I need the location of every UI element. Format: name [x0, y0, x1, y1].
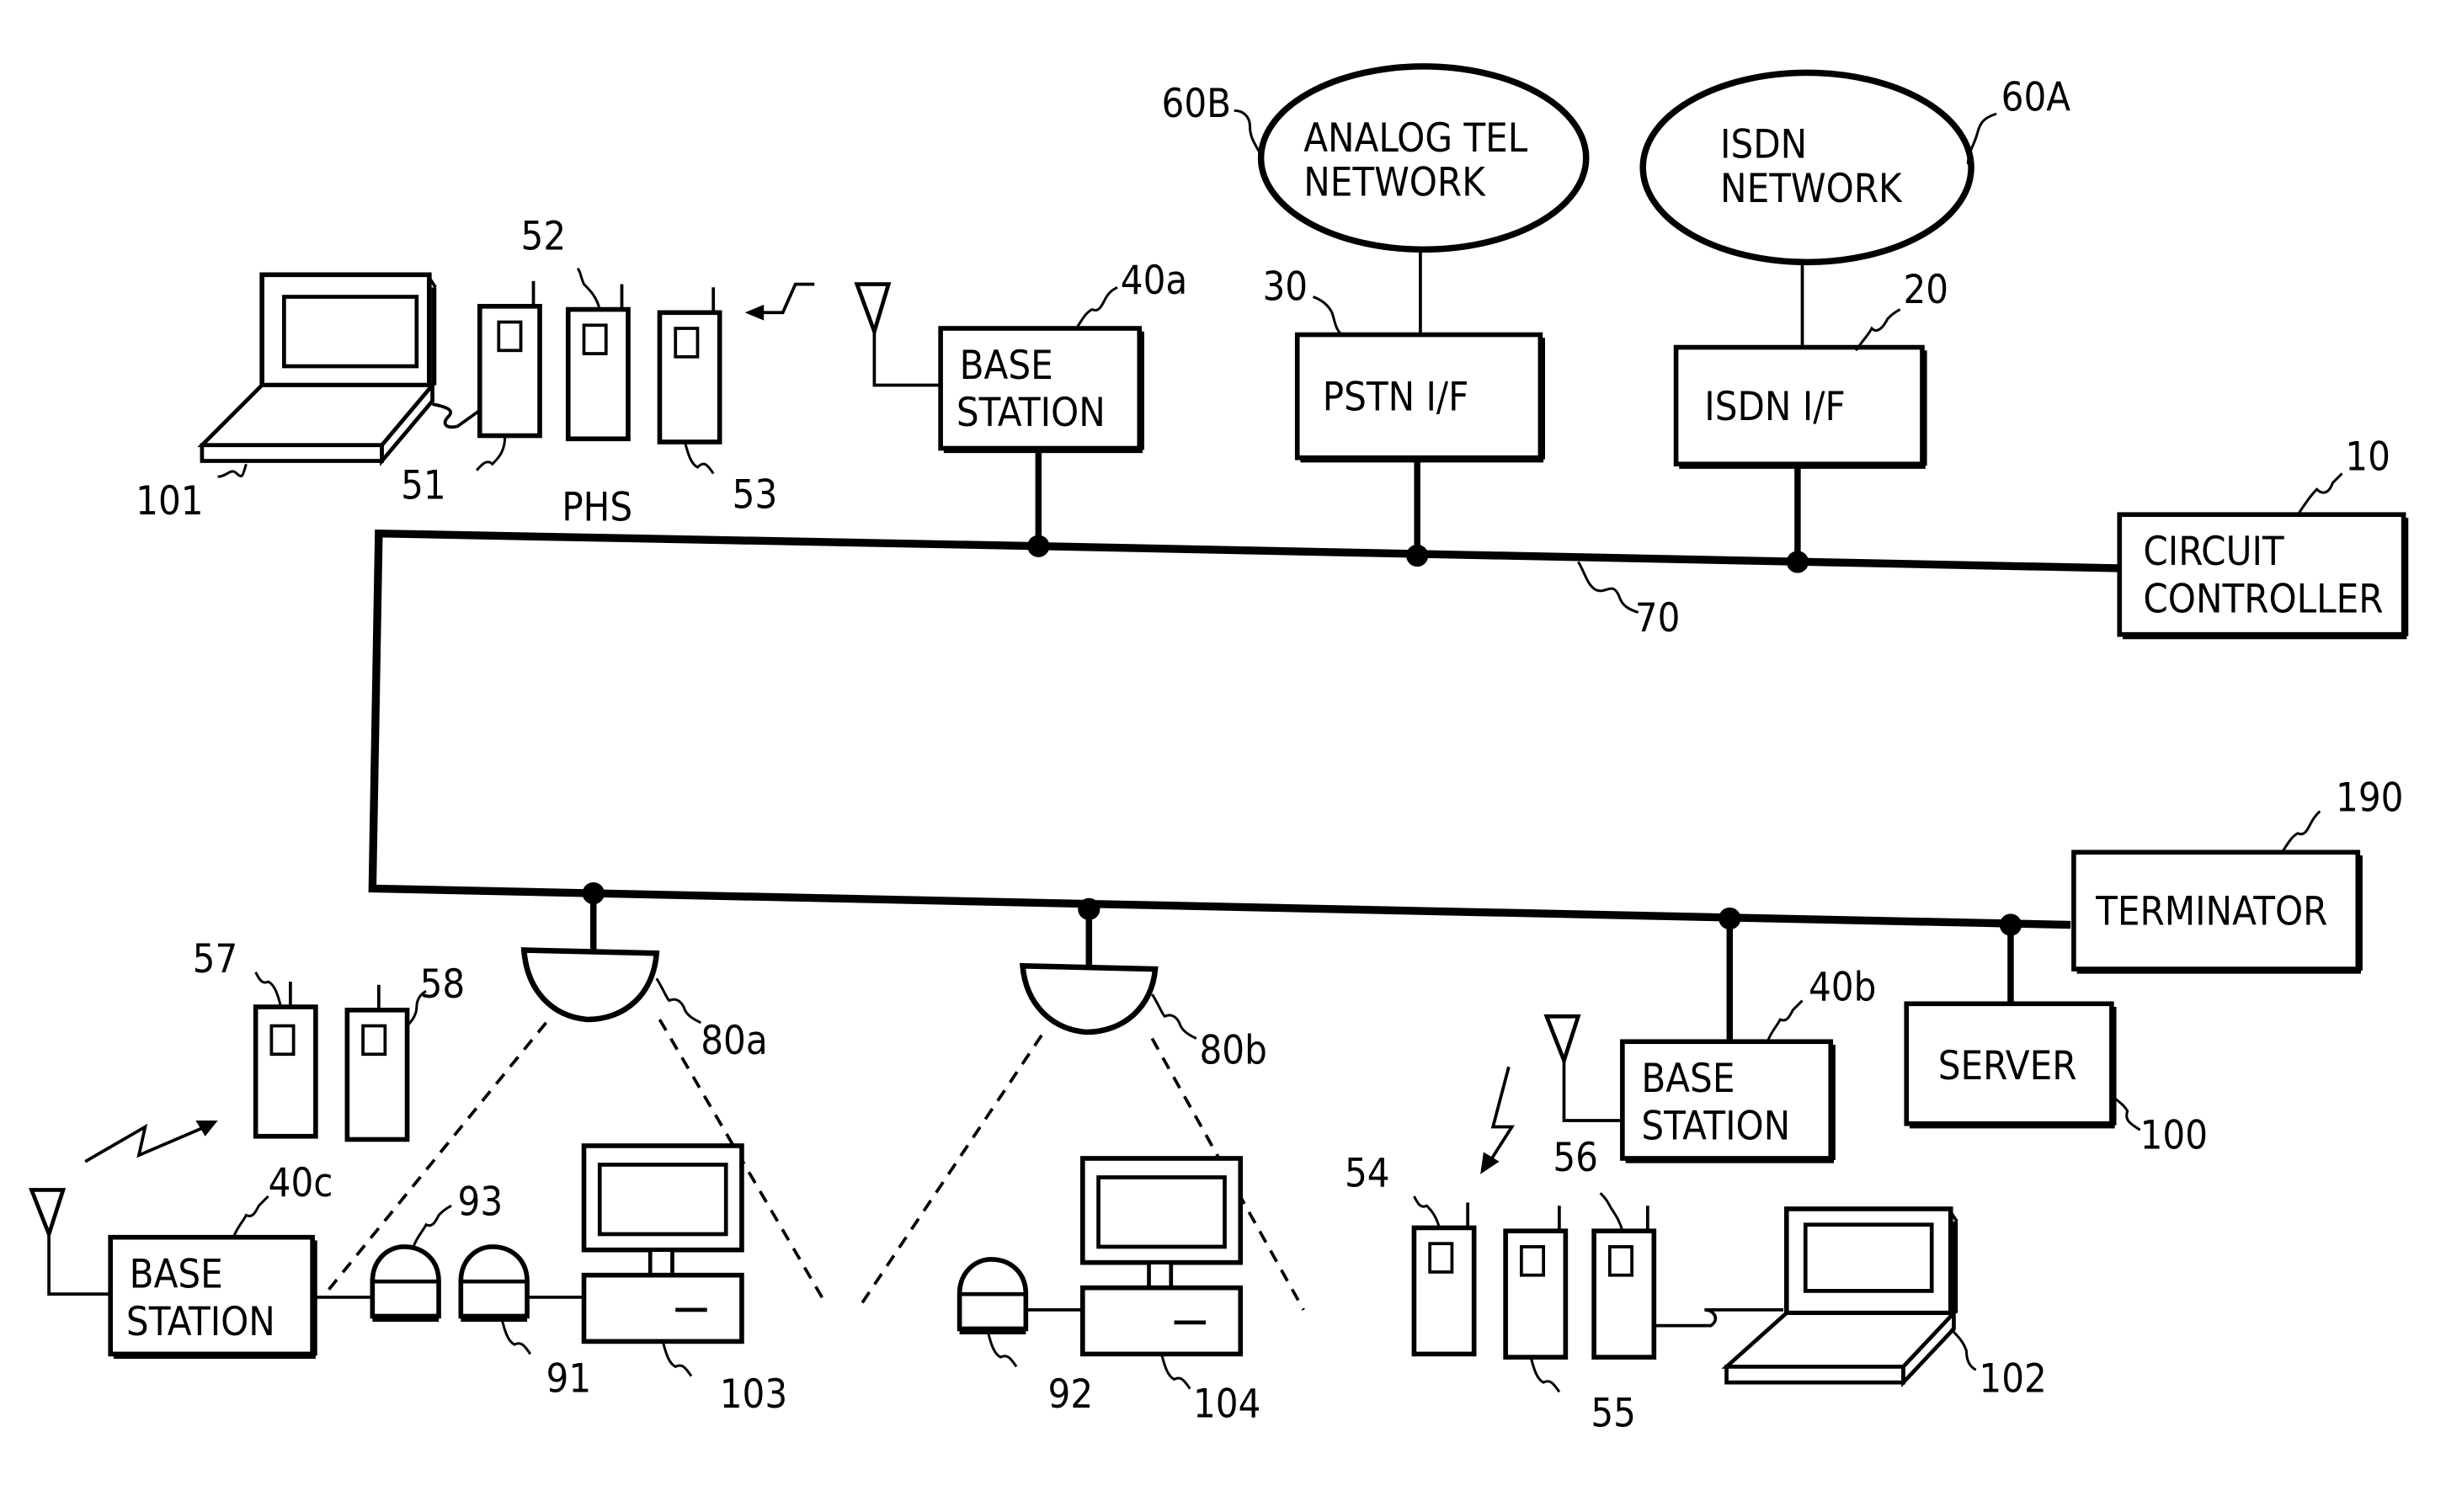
isdn-net-line1: ISDN: [1720, 123, 1807, 168]
ref-100: 100: [2140, 1114, 2208, 1159]
phs-group-label: PHS: [562, 486, 632, 531]
terminator: TERMINATOR 190: [2071, 776, 2403, 974]
ref-93: 93: [458, 1179, 504, 1225]
pc-104: 104: [1079, 1156, 1260, 1427]
circuit-controller-line1: CIRCUIT: [2143, 530, 2284, 575]
junction-dot: [1027, 535, 1050, 557]
network-diagram: 70 ANALOG TEL NETWORK 60B ISDN NETWORK 6…: [29, 63, 2409, 1437]
ref-104: 104: [1193, 1382, 1260, 1427]
circuit-controller: CIRCUIT CONTROLLER 10: [2117, 435, 2409, 640]
ref-60A: 60A: [2001, 75, 2071, 120]
ref-190: 190: [2336, 776, 2403, 822]
ref-10: 10: [2345, 435, 2390, 481]
junction-dot: [1406, 544, 1429, 567]
junction-dot: [1786, 551, 1809, 573]
ref-80b: 80b: [1200, 1028, 1267, 1073]
bus-70: 70: [368, 529, 2118, 929]
circuit-controller-line2: CONTROLLER: [2143, 577, 2383, 622]
ref-58: 58: [420, 962, 466, 1008]
base-station-40c: BASE STATION 40c: [29, 1161, 333, 1360]
server: SERVER 100: [1904, 1001, 2208, 1159]
antenna-icon: [854, 282, 941, 387]
ref-40b: 40b: [1809, 966, 1876, 1011]
junction-dot: [1719, 907, 1741, 930]
base-station-c-line1: BASE: [130, 1253, 223, 1298]
ref-40a: 40a: [1121, 258, 1187, 304]
base-station-b-line1: BASE: [1641, 1057, 1735, 1102]
ref-60B: 60B: [1162, 82, 1232, 127]
radio-signal-icon: [1480, 1066, 1516, 1174]
isdn-interface: ISDN I/F 20: [1673, 268, 1948, 469]
adapter-92: 92: [957, 1257, 1094, 1418]
base-station-40b: BASE STATION 40b: [1543, 966, 1876, 1163]
ref-40c: 40c: [269, 1161, 333, 1206]
pc-103: 103: [581, 1143, 787, 1418]
ref-56: 56: [1553, 1136, 1598, 1181]
antenna-icon: [29, 1188, 111, 1296]
adapter-91: 91: [458, 1244, 592, 1402]
ref-102: 102: [1979, 1356, 2046, 1402]
ref-70: 70: [1635, 596, 1681, 642]
analog-tel-network: ANALOG TEL NETWORK 60B: [1162, 63, 1590, 253]
base-station-c-line2: STATION: [126, 1300, 275, 1345]
ref-92: 92: [1048, 1372, 1094, 1418]
ref-30: 30: [1262, 264, 1308, 310]
phs-phone-54: 54: [1345, 1152, 1477, 1357]
ref-54: 54: [1345, 1152, 1390, 1197]
base-station-b-line2: STATION: [1641, 1104, 1790, 1149]
junction-dot: [1078, 897, 1100, 920]
server-label: SERVER: [1938, 1044, 2077, 1089]
ref-101: 101: [136, 479, 203, 524]
ref-52: 52: [521, 214, 567, 259]
isdn-net-line2: NETWORK: [1720, 167, 1903, 212]
base-station-40a: BASE STATION 40a: [854, 258, 1187, 454]
ref-51: 51: [401, 463, 446, 508]
radio-signal-icon: [744, 282, 815, 321]
analog-net-line2: NETWORK: [1303, 161, 1486, 206]
phs-phone-53: 53: [657, 287, 778, 519]
junction-dot: [1999, 913, 2022, 936]
pstn-if-label: PSTN I/F: [1323, 375, 1469, 421]
radio-signal-icon: [84, 1120, 218, 1163]
isdn-network: ISDN NETWORK 60A: [1639, 69, 2071, 266]
ref-53: 53: [733, 473, 778, 519]
analog-net-line1: ANALOG TEL: [1303, 116, 1528, 162]
antenna-icon: [1543, 1014, 1623, 1122]
junction-dot: [582, 881, 605, 905]
laptop-102: 102: [1654, 1206, 2047, 1402]
ref-57: 57: [193, 937, 238, 982]
ref-103: 103: [720, 1372, 787, 1418]
phs-phone-58: 58: [344, 962, 466, 1142]
terminator-label: TERMINATOR: [2095, 890, 2327, 935]
base-station-a-line2: STATION: [957, 391, 1106, 436]
ref-20: 20: [1903, 268, 1948, 313]
ref-55: 55: [1591, 1392, 1636, 1437]
ref-91: 91: [546, 1356, 592, 1402]
phs-phone-56: 56: [1553, 1136, 1657, 1360]
phs-phone-57: 57: [193, 937, 318, 1139]
pstn-interface: PSTN I/F 30: [1262, 264, 1545, 463]
isdn-if-label: ISDN I/F: [1704, 385, 1845, 430]
base-station-a-line1: BASE: [960, 343, 1053, 389]
ref-80a: 80a: [701, 1019, 767, 1064]
